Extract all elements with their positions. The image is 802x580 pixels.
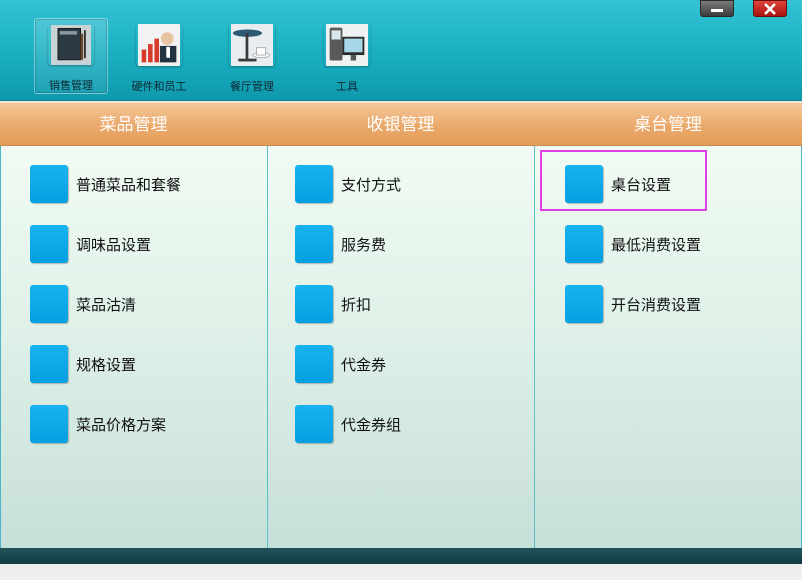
toolbar-button-sales-management[interactable]: 销售管理 xyxy=(34,18,108,94)
menu-item-minimum-spend[interactable]: 最低消费设置 xyxy=(565,224,701,264)
menu-item-voucher-group[interactable]: 代金券组 xyxy=(295,404,401,444)
menu-item-label: 折扣 xyxy=(341,295,372,314)
column-header-bar: 菜品管理 收银管理 桌台管理 xyxy=(0,102,802,146)
menu-item-payment-methods[interactable]: 支付方式 xyxy=(295,164,401,204)
toolbar-button-tools[interactable]: 工具 xyxy=(310,18,384,94)
toolbar-button-hardware-staff[interactable]: 硬件和员工 xyxy=(122,18,196,94)
menu-item-label: 规格设置 xyxy=(76,355,137,374)
menu-item-label: 调味品设置 xyxy=(76,235,152,254)
square-icon xyxy=(295,285,333,323)
column-divider xyxy=(534,146,535,548)
toolbar-label: 销售管理 xyxy=(49,79,93,92)
menu-item-opening-charge[interactable]: 开台消费设置 xyxy=(565,284,701,324)
menu-item-label: 代金券组 xyxy=(341,415,402,434)
menu-item-spec-settings[interactable]: 规格设置 xyxy=(30,344,136,384)
menu-item-dish-sold-out[interactable]: 菜品沽清 xyxy=(30,284,136,324)
menu-item-label: 普通菜品和套餐 xyxy=(76,175,182,194)
square-icon xyxy=(565,225,603,263)
square-icon xyxy=(295,405,333,443)
restaurant-management-icon xyxy=(231,24,273,66)
square-icon xyxy=(30,165,68,203)
menu-item-discount[interactable]: 折扣 xyxy=(295,284,371,324)
minimize-icon xyxy=(711,8,723,12)
selection-highlight xyxy=(540,150,707,211)
menu-item-voucher[interactable]: 代金券 xyxy=(295,344,386,384)
toolbar-label: 餐厅管理 xyxy=(230,80,274,93)
column-divider xyxy=(267,146,268,548)
bottom-status-bar xyxy=(0,548,802,564)
menu-item-label: 最低消费设置 xyxy=(611,235,702,254)
menu-item-label: 菜品沽清 xyxy=(76,295,137,314)
toolbar-label: 硬件和员工 xyxy=(131,80,187,93)
menu-item-label: 代金券 xyxy=(341,355,387,374)
square-icon xyxy=(565,285,603,323)
toolbar-label: 工具 xyxy=(336,80,358,93)
column-title-table-management: 桌台管理 xyxy=(634,115,702,135)
close-icon xyxy=(764,2,776,15)
toolbar-button-restaurant-management[interactable]: 餐厅管理 xyxy=(215,18,289,94)
menu-item-label: 服务费 xyxy=(341,235,387,254)
hardware-staff-icon xyxy=(138,24,180,66)
close-button[interactable] xyxy=(753,0,787,17)
square-icon xyxy=(30,405,68,443)
square-icon xyxy=(295,225,333,263)
square-icon xyxy=(30,225,68,263)
menu-item-regular-dishes[interactable]: 普通菜品和套餐 xyxy=(30,164,181,204)
menu-item-label: 菜品价格方案 xyxy=(76,415,167,434)
menu-item-price-plan[interactable]: 菜品价格方案 xyxy=(30,404,166,444)
top-toolbar: 销售管理 硬件和员工 餐厅管理 工具 xyxy=(0,0,802,101)
square-icon xyxy=(30,345,68,383)
column-title-cashier-management: 收银管理 xyxy=(366,115,435,135)
minimize-button[interactable] xyxy=(700,0,734,17)
sales-management-icon xyxy=(51,25,91,65)
column-title-dish-management: 菜品管理 xyxy=(99,115,168,135)
window-footer xyxy=(0,564,802,580)
menu-item-service-fee[interactable]: 服务费 xyxy=(295,224,386,264)
square-icon xyxy=(295,165,333,203)
menu-item-label: 支付方式 xyxy=(341,175,402,194)
menu-item-condiment-settings[interactable]: 调味品设置 xyxy=(30,224,151,264)
square-icon xyxy=(30,285,68,323)
menu-item-label: 开台消费设置 xyxy=(611,295,702,314)
square-icon xyxy=(295,345,333,383)
tools-icon xyxy=(326,24,368,66)
